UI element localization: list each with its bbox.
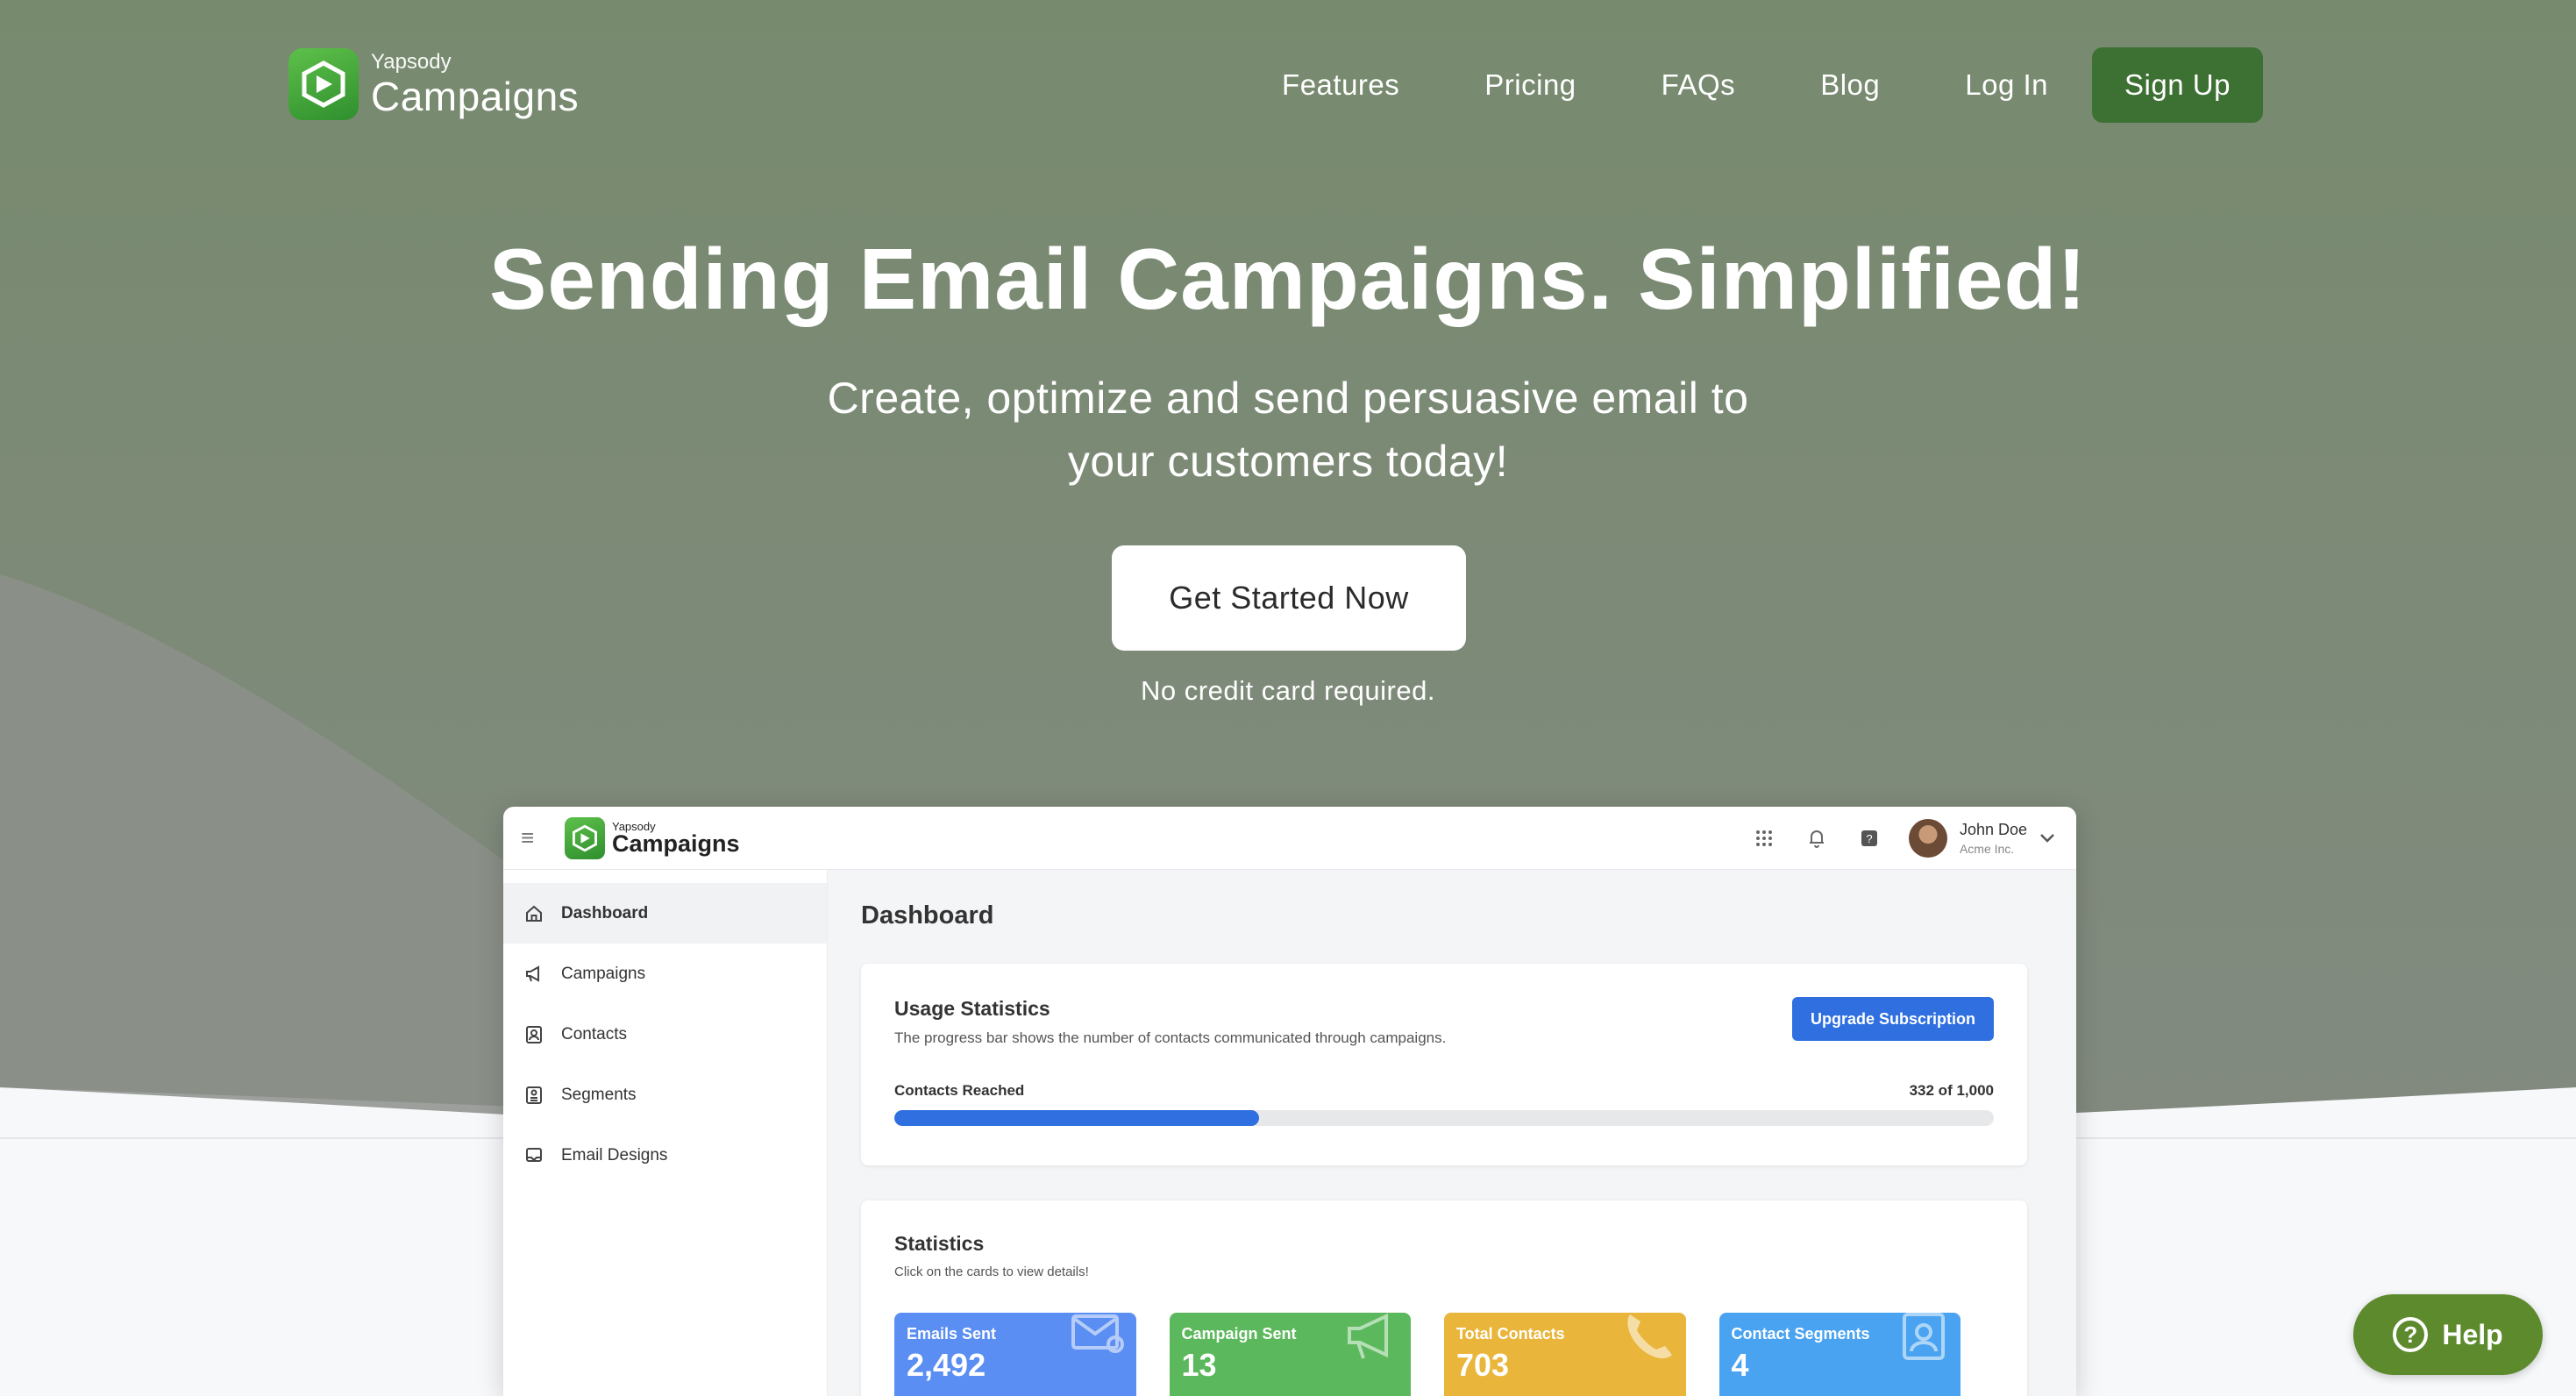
- statistics-title: Statistics: [894, 1232, 985, 1255]
- user-avatar[interactable]: [1908, 819, 1947, 858]
- hamburger-menu-icon[interactable]: ≡: [521, 824, 547, 851]
- app-logo-icon: [565, 816, 605, 859]
- sidebar-item-label: Segments: [561, 1085, 637, 1104]
- nav-blog[interactable]: Blog: [1820, 68, 1880, 102]
- envelope-icon: [1071, 1313, 1124, 1359]
- stat-tile-total-contacts[interactable]: Total Contacts 703: [1444, 1313, 1686, 1396]
- megaphone-icon: [523, 963, 545, 986]
- app-topbar: ≡ Yapsody Campaigns ? John Doe Acme Inc.: [503, 807, 2076, 870]
- contact-card-icon: [523, 1023, 545, 1046]
- email-design-icon: [523, 1144, 545, 1167]
- sidebar-item-segments[interactable]: Segments: [503, 1065, 827, 1125]
- bell-icon[interactable]: [1804, 825, 1830, 851]
- brand-big-text: Campaigns: [371, 74, 580, 119]
- megaphone-icon: [1346, 1313, 1398, 1366]
- app-sidebar: Dashboard Campaigns Contacts Segments Em…: [503, 870, 828, 1396]
- contacts-reached-count: 332 of 1,000: [1909, 1082, 1994, 1099]
- hero-subline: Create, optimize and send persuasive ema…: [762, 367, 1814, 493]
- stat-tile-emails-sent[interactable]: Emails Sent 2,492: [894, 1313, 1136, 1396]
- hero-headline: Sending Email Campaigns. Simplified!: [488, 231, 2088, 327]
- sidebar-item-label: Campaigns: [561, 964, 646, 983]
- brand-small-text: Yapsody: [371, 50, 452, 74]
- sidebar-item-dashboard[interactable]: Dashboard: [503, 883, 827, 944]
- no-credit-card-note: No credit card required.: [1141, 675, 1435, 706]
- sidebar-item-email-designs[interactable]: Email Designs: [503, 1125, 827, 1186]
- stat-tile-contact-segments[interactable]: Contact Segments 4: [1719, 1313, 1960, 1396]
- help-button[interactable]: ? Help: [2353, 1294, 2543, 1375]
- usage-statistics-card: Usage Statistics The progress bar shows …: [861, 964, 2027, 1165]
- sidebar-item-label: Email Designs: [561, 1145, 668, 1165]
- nav-pricing[interactable]: Pricing: [1484, 68, 1576, 102]
- question-circle-icon: ?: [2393, 1317, 2429, 1352]
- chevron-down-icon[interactable]: [2039, 829, 2055, 849]
- contact-card-icon: [1899, 1313, 1948, 1366]
- upgrade-subscription-button[interactable]: Upgrade Subscription: [1792, 997, 1994, 1041]
- hero-subline-line1: Create, optimize and send persuasive ema…: [827, 374, 1749, 423]
- page-title: Dashboard: [861, 901, 994, 929]
- home-icon: [523, 902, 545, 925]
- get-started-button[interactable]: Get Started Now: [1112, 545, 1466, 651]
- help-label: Help: [2442, 1318, 2503, 1350]
- nav-features[interactable]: Features: [1282, 68, 1399, 102]
- segments-icon: [523, 1084, 545, 1107]
- app-logo[interactable]: Yapsody Campaigns: [565, 816, 740, 859]
- top-nav: Features Pricing FAQs Blog Log In Sign U…: [1228, 47, 2263, 123]
- sidebar-item-contacts[interactable]: Contacts: [503, 1004, 827, 1065]
- statistics-subtitle: Click on the cards to view details!: [894, 1264, 1089, 1279]
- nav-login[interactable]: Log In: [1965, 68, 2048, 102]
- contacts-reached-label: Contacts Reached: [894, 1082, 1025, 1099]
- apps-grid-icon[interactable]: [1751, 825, 1777, 851]
- signup-button[interactable]: Sign Up: [2092, 47, 2263, 123]
- sidebar-item-campaigns[interactable]: Campaigns: [503, 944, 827, 1004]
- sidebar-item-label: Dashboard: [561, 903, 649, 922]
- statistics-card: Statistics Click on the cards to view de…: [861, 1200, 2027, 1396]
- campaigns-logo-icon: [288, 48, 359, 120]
- phone-icon: [1621, 1313, 1674, 1366]
- user-company: Acme Inc.: [1959, 841, 2015, 856]
- help-square-icon[interactable]: ?: [1856, 825, 1882, 851]
- user-info[interactable]: John Doe Acme Inc.: [1960, 820, 2027, 857]
- nav-faqs[interactable]: FAQs: [1662, 68, 1736, 102]
- sidebar-item-label: Contacts: [561, 1024, 627, 1043]
- contacts-progress-bar: [894, 1110, 1994, 1126]
- contacts-progress-fill: [894, 1110, 1260, 1126]
- hero-subline-line2: your customers today!: [1067, 437, 1509, 486]
- brand-logo[interactable]: Yapsody Campaigns: [288, 48, 579, 120]
- user-name: John Doe: [1959, 821, 2027, 839]
- app-brand-big: Campaigns: [612, 830, 740, 857]
- stat-tile-campaign-sent[interactable]: Campaign Sent 13: [1169, 1313, 1411, 1396]
- app-main: Dashboard Usage Statistics The progress …: [828, 870, 2076, 1396]
- svg-text:?: ?: [1866, 832, 1872, 845]
- dashboard-preview: ≡ Yapsody Campaigns ? John Doe Acme Inc.…: [503, 807, 2076, 1396]
